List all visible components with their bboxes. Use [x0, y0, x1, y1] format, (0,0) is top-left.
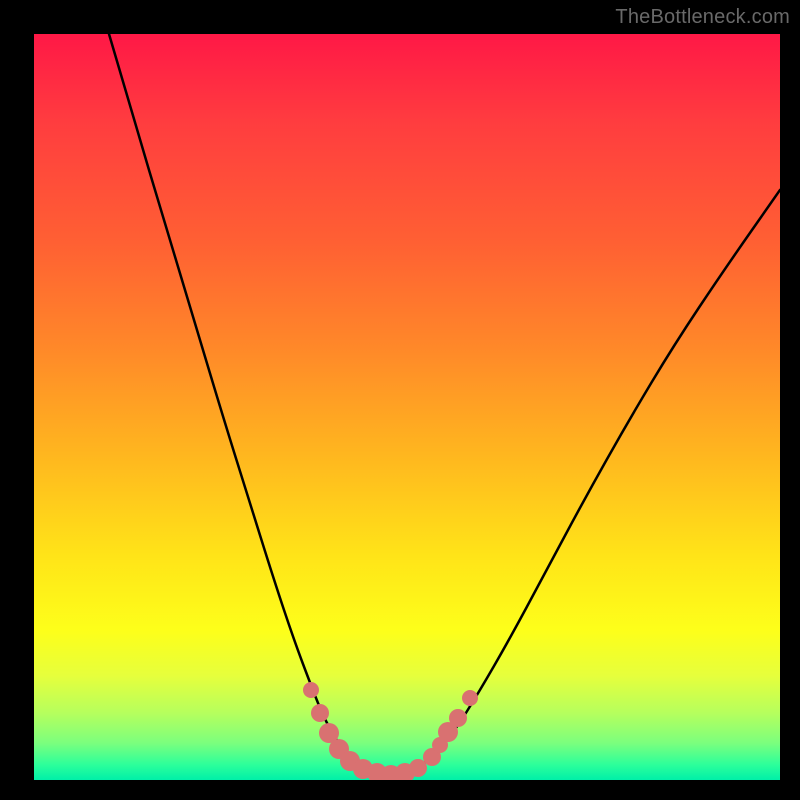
watermark-label: TheBottleneck.com [615, 6, 790, 29]
markers-group [303, 682, 478, 780]
bottleneck-curve [109, 34, 780, 774]
plot-area [34, 34, 780, 780]
marker-point [303, 682, 319, 698]
marker-point [462, 690, 478, 706]
marker-point [449, 709, 467, 727]
marker-point [311, 704, 329, 722]
curve-svg [34, 34, 780, 780]
chart-container: TheBottleneck.com [0, 0, 800, 800]
marker-point [409, 759, 427, 777]
